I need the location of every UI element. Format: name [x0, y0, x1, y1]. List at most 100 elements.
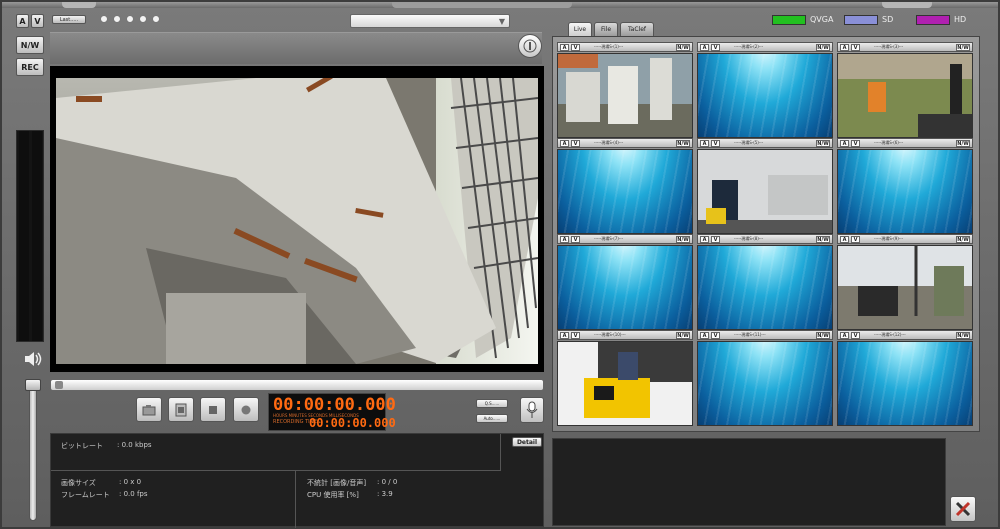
cell-video-button[interactable]: V [851, 236, 860, 243]
cell-network-button[interactable]: N/W [816, 44, 830, 51]
cell-network-button[interactable]: N/W [956, 332, 970, 339]
tab-live[interactable]: Live [568, 22, 592, 36]
seek-thumb[interactable] [55, 381, 63, 389]
record-button[interactable] [233, 397, 259, 422]
camera-cell[interactable]: A V -----現場S-(5)--- N/W [697, 138, 833, 234]
microphone-button[interactable] [520, 397, 544, 423]
preset-dot-3[interactable] [126, 15, 134, 23]
cell-video-button[interactable]: V [711, 236, 720, 243]
camera-grid: A V -----現場S-(1)--- N/W A V -----現場S-(2)--- N/W… [552, 36, 980, 432]
camera-cell[interactable]: A V -----現場S-(3)--- N/W [837, 42, 973, 138]
cell-camera-name: -----現場S-(11)--- [734, 332, 766, 337]
cell-audio-button[interactable]: A [700, 44, 709, 51]
cell-video-button[interactable]: V [571, 236, 580, 243]
chevron-down-icon: ▼ [498, 17, 505, 26]
preset-dot-5[interactable] [152, 15, 160, 23]
cell-camera-name: -----現場S-(6)--- [874, 140, 904, 145]
cell-audio-button[interactable]: A [560, 332, 569, 339]
preset-dot-1[interactable] [100, 15, 108, 23]
stop-button[interactable] [200, 397, 226, 422]
quality-button[interactable]: Q.S...... [476, 399, 508, 408]
camera-cell[interactable]: A V -----現場S-(10)--- N/W [557, 330, 693, 426]
tab-taclef[interactable]: TaClef [620, 22, 654, 36]
detail-button[interactable]: Detail [512, 437, 542, 447]
volume-slider-thumb[interactable] [25, 379, 41, 391]
info-button[interactable] [518, 34, 542, 58]
cell-audio-button[interactable]: A [840, 140, 849, 147]
cell-audio-button[interactable]: A [700, 332, 709, 339]
camera-cell-header: A V -----現場S-(7)--- N/W [557, 234, 693, 244]
cell-video-button[interactable]: V [711, 140, 720, 147]
camera-cell[interactable]: A V -----現場S-(6)--- N/W [837, 138, 973, 234]
cell-audio-button[interactable]: A [840, 236, 849, 243]
exit-button[interactable] [950, 496, 976, 522]
video-toggle-button[interactable]: V [31, 14, 44, 28]
cell-network-button[interactable]: N/W [816, 236, 830, 243]
cell-video-button[interactable]: V [851, 332, 860, 339]
cell-network-button[interactable]: N/W [956, 44, 970, 51]
cell-camera-name: -----現場S-(8)--- [734, 236, 764, 241]
cell-video-button[interactable]: V [711, 332, 720, 339]
cell-network-button[interactable]: N/W [816, 140, 830, 147]
last-button[interactable]: Last..... [52, 15, 86, 24]
cell-video-button[interactable]: V [571, 140, 580, 147]
cell-video-button[interactable]: V [571, 332, 580, 339]
cell-network-button[interactable]: N/W [816, 332, 830, 339]
camera-cell[interactable]: A V -----現場S-(7)--- N/W [557, 234, 693, 330]
cell-video-button[interactable]: V [851, 44, 860, 51]
camera-feed[interactable] [837, 53, 973, 138]
camera-feed[interactable] [557, 149, 693, 234]
camera-feed[interactable] [557, 245, 693, 330]
camera-feed[interactable] [697, 149, 833, 234]
camera-feed[interactable] [837, 245, 973, 330]
camera-feed[interactable] [697, 245, 833, 330]
cell-network-button[interactable]: N/W [956, 236, 970, 243]
recording-time: 00:00:00.000 [309, 416, 396, 430]
preset-dot-4[interactable] [139, 15, 147, 23]
camera-cell[interactable]: A V -----現場S-(4)--- N/W [557, 138, 693, 234]
camera-feed[interactable] [557, 341, 693, 426]
cell-video-button[interactable]: V [711, 44, 720, 51]
camera-cell[interactable]: A V -----現場S-(11)--- N/W [697, 330, 833, 426]
auto-button[interactable]: Auto...... [476, 414, 508, 423]
cell-audio-button[interactable]: A [560, 236, 569, 243]
cell-network-button[interactable]: N/W [676, 332, 690, 339]
camera-cell[interactable]: A V -----現場S-(8)--- N/W [697, 234, 833, 330]
camera-cell[interactable]: A V -----現場S-(1)--- N/W [557, 42, 693, 138]
speaker-icon[interactable] [24, 351, 42, 367]
rec-button[interactable]: REC [16, 58, 44, 76]
camera-select[interactable]: ▼ [350, 14, 510, 28]
cell-network-button[interactable]: N/W [956, 140, 970, 147]
camera-cell[interactable]: A V -----現場S-(9)--- N/W [837, 234, 973, 330]
camera-feed[interactable] [697, 53, 833, 138]
audio-toggle-button[interactable]: A [16, 14, 29, 28]
cell-audio-button[interactable]: A [560, 44, 569, 51]
camera-feed[interactable] [837, 149, 973, 234]
tab-file[interactable]: File [594, 22, 618, 36]
seek-bar[interactable] [50, 379, 544, 391]
network-button[interactable]: N/W [16, 36, 44, 54]
cell-audio-button[interactable]: A [560, 140, 569, 147]
main-video-view[interactable] [50, 66, 544, 372]
cell-camera-name: -----現場S-(9)--- [874, 236, 904, 241]
cell-audio-button[interactable]: A [700, 140, 709, 147]
volume-slider-track[interactable] [29, 383, 37, 521]
cell-audio-button[interactable]: A [840, 332, 849, 339]
cell-network-button[interactable]: N/W [676, 140, 690, 147]
cell-video-button[interactable]: V [851, 140, 860, 147]
preset-dot-2[interactable] [113, 15, 121, 23]
camera-feed[interactable] [557, 53, 693, 138]
cell-video-button[interactable]: V [571, 44, 580, 51]
record-file-button[interactable] [168, 397, 194, 422]
bitrate-label: ビットレート [61, 442, 103, 450]
camera-cell[interactable]: A V -----現場S-(2)--- N/W [697, 42, 833, 138]
camera-feed[interactable] [837, 341, 973, 426]
cell-network-button[interactable]: N/W [676, 44, 690, 51]
camera-feed[interactable] [697, 341, 833, 426]
cell-network-button[interactable]: N/W [676, 236, 690, 243]
snapshot-button[interactable] [136, 397, 162, 422]
cell-audio-button[interactable]: A [700, 236, 709, 243]
frame-rate-value: : 0.0 fps [119, 490, 148, 498]
camera-cell[interactable]: A V -----現場S-(12)--- N/W [837, 330, 973, 426]
cell-audio-button[interactable]: A [840, 44, 849, 51]
